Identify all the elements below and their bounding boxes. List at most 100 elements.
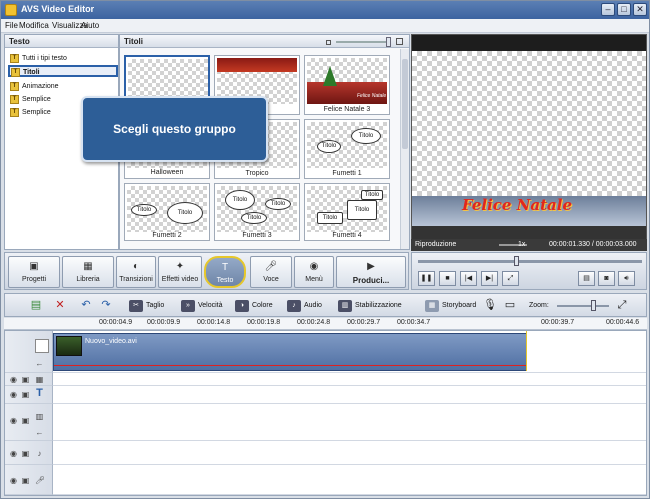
timeline-ruler[interactable]: 00:00:04.9 00:00:09.9 00:00:14.8 00:00:1… [4, 318, 647, 330]
library-button[interactable]: ▦ Libreria [62, 256, 114, 288]
audio-track-lane[interactable] [53, 441, 646, 465]
eye-icon[interactable]: ◉ [9, 390, 18, 399]
text-button[interactable]: T Testo [204, 256, 246, 288]
effects-track-lane[interactable] [53, 373, 646, 386]
minimize-button[interactable]: – [601, 3, 615, 16]
speaker-icon: ♪ [37, 449, 42, 458]
zoom-thumb[interactable] [591, 300, 596, 311]
text-type-icon: T [11, 68, 20, 77]
speed-value: 1x [518, 241, 526, 248]
playhead[interactable] [526, 331, 527, 371]
playback-status-bar: Riproduzione 1x 00:00:01.330 / 00:00:03.… [411, 239, 647, 251]
projects-button[interactable]: ▣ Progetti [8, 256, 60, 288]
video-track-header: ← [5, 331, 53, 373]
scissors-icon: ✂ [129, 300, 143, 312]
lock-icon[interactable]: ▣ [21, 416, 30, 425]
next-frame-icon[interactable]: ▶| [481, 271, 498, 286]
overlay-track-lane[interactable] [53, 404, 646, 441]
title-bar: AVS Video Editor – □ ✕ [1, 1, 649, 19]
delete-icon[interactable]: ✕ [53, 299, 67, 312]
microphone-icon: 🎤︎ [35, 476, 46, 485]
eye-icon[interactable]: ◉ [9, 449, 18, 458]
title-tile-fumetti-1[interactable]: Titolo Titolo Fumetti 1 [304, 119, 390, 179]
eye-icon[interactable]: ◉ [9, 375, 18, 384]
tree-item-titoli[interactable]: T Titoli [8, 65, 118, 77]
tree-item-label: Animazione [22, 83, 59, 90]
redo-icon[interactable]: ↷ [99, 299, 113, 312]
main-ribbon: ▣ Progetti ▦ Libreria ◐ Transizioni ✦ Ef… [4, 252, 409, 290]
text-track-icon: T [36, 387, 43, 399]
text-type-icon: T [10, 108, 19, 117]
arrow-icon[interactable]: ← [35, 359, 44, 368]
slider-thumb[interactable] [386, 37, 391, 47]
tree-item-semplice-1[interactable]: T Semplice [9, 94, 51, 106]
speed-button[interactable]: » Velocità [181, 300, 223, 312]
clip-thumbnail [56, 336, 82, 356]
transitions-icon: ◐ [132, 261, 140, 272]
menu-modifica[interactable]: Modifica [19, 21, 49, 30]
scrollbar-thumb[interactable] [402, 59, 408, 149]
title-tile-felice-natale-3[interactable]: Felice Natale Felice Natale 3 [304, 55, 390, 115]
text-t-icon: T [221, 262, 229, 273]
timeline-zoom-slider[interactable] [557, 305, 609, 307]
trim-button[interactable]: ✂ Taglio [129, 300, 164, 312]
eye-icon[interactable]: ◉ [9, 416, 18, 425]
maximize-button[interactable]: □ [617, 3, 631, 16]
overlay-track-header: ◉ ▣ ▥ ← [5, 404, 53, 441]
seek-thumb[interactable] [514, 256, 519, 266]
storyboard-button[interactable]: ▦ Storyboard [425, 300, 476, 312]
transitions-button[interactable]: ◐ Transizioni [116, 256, 156, 288]
lock-icon[interactable]: ▣ [21, 375, 30, 384]
audio-button[interactable]: ♪ Audio [287, 300, 322, 312]
text-track-lane[interactable] [53, 386, 646, 404]
lock-icon[interactable]: ▣ [21, 476, 30, 485]
audio-track-header: ◉ ▣ ♪ [5, 441, 53, 465]
pause-icon[interactable]: ❚❚ [418, 271, 435, 286]
video-effects-button[interactable]: ✦ Effetti video [158, 256, 202, 288]
camera-icon[interactable]: ◙ [598, 271, 615, 286]
menu-button[interactable]: ◉ Menù [294, 256, 334, 288]
gallery-scrollbar[interactable] [400, 49, 409, 249]
voice-record-icon[interactable]: 🎙︎ [483, 299, 497, 312]
stabilization-button[interactable]: ▥ Stabilizzazione [338, 300, 402, 312]
voice-button[interactable]: 🎤︎ Voce [250, 256, 292, 288]
effects-icon: ✦ [175, 261, 185, 272]
christmas-tree-icon [323, 66, 337, 86]
produce-icon: ▶ [367, 261, 375, 272]
stop-icon[interactable]: ■ [439, 271, 456, 286]
monitor-icon[interactable]: ▭ [503, 299, 517, 312]
fullscreen-icon[interactable]: ⤢ [502, 271, 519, 286]
tree-item-semplice-2[interactable]: T Semplice [9, 107, 51, 119]
lock-icon[interactable]: ▣ [21, 390, 30, 399]
voice-track-header: ◉ ▣ 🎤︎ [5, 465, 53, 495]
color-button[interactable]: ◑ Colore [235, 300, 273, 312]
menu-file[interactable]: File [5, 21, 18, 30]
title-tile-fumetti-3[interactable]: Titolo Titolo Titolo Fumetti 3 [214, 183, 300, 241]
eye-icon[interactable]: ◉ [9, 476, 18, 485]
volume-icon[interactable]: 🔊︎ [618, 271, 635, 286]
tree-item-all-text[interactable]: T Tutti i tipi testo [9, 53, 67, 65]
add-icon[interactable]: ▤ [29, 299, 43, 312]
previous-frame-icon[interactable]: |◀ [460, 271, 477, 286]
speed-icon: » [181, 300, 195, 312]
title-tile-fumetti-4[interactable]: Titolo Titolo Titolo Fumetti 4 [304, 183, 390, 241]
title-tile-fumetti-2[interactable]: Titolo Titolo Fumetti 2 [124, 183, 210, 241]
microphone-icon: 🎤︎ [264, 261, 278, 272]
tree-item-animazione[interactable]: T Animazione [9, 81, 59, 93]
arrow-icon[interactable]: ← [35, 428, 44, 437]
fit-zoom-icon[interactable]: ⤢ [615, 299, 629, 312]
stabilization-icon: ▥ [338, 300, 352, 312]
produce-button[interactable]: ▶ Produci... [336, 256, 406, 288]
voice-track-lane[interactable] [53, 465, 646, 495]
menu-aiuto[interactable]: Aiuto [81, 21, 99, 30]
close-button[interactable]: ✕ [633, 3, 647, 16]
seek-bar[interactable] [418, 260, 642, 263]
video-clip[interactable]: Nuovo_video.avi [53, 333, 527, 371]
window-title: AVS Video Editor [21, 4, 95, 14]
text-track-header: ◉ ▣ T [5, 386, 53, 404]
lock-icon[interactable]: ▣ [21, 449, 30, 458]
audio-icon: ♪ [287, 300, 301, 312]
thumbnail-size-slider[interactable] [336, 41, 390, 43]
snapshot-icon[interactable]: ▤ [578, 271, 595, 286]
undo-icon[interactable]: ↶ [79, 299, 93, 312]
